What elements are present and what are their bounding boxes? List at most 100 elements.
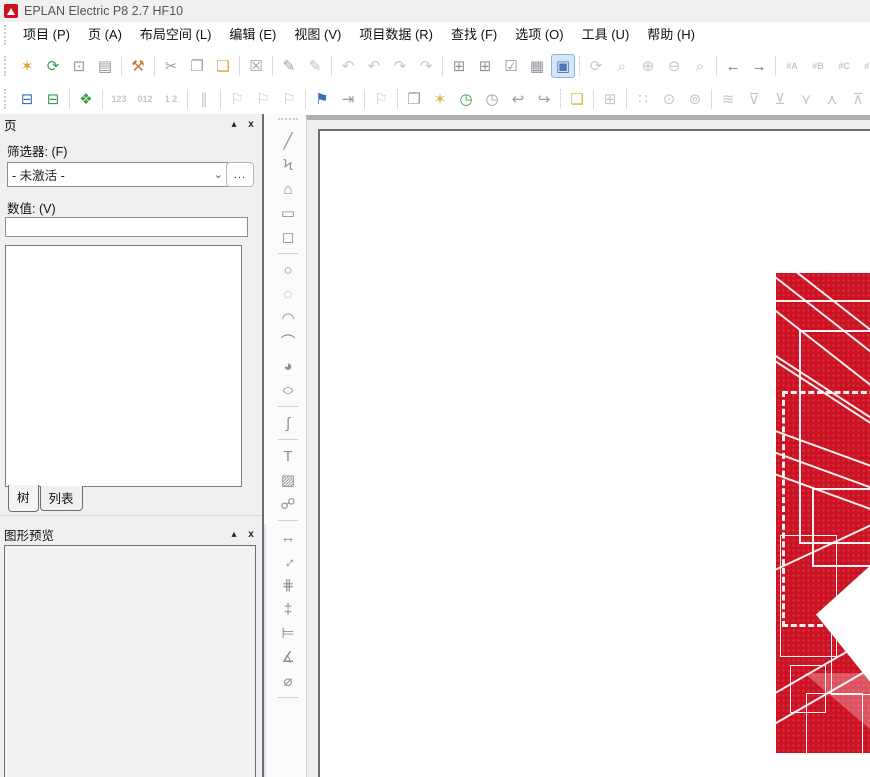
grid-d-icon[interactable]: #D: [858, 54, 870, 78]
menu-project[interactable]: 项目 (P): [14, 22, 79, 48]
rectangle-icon[interactable]: ▭: [275, 201, 301, 225]
menu-find[interactable]: 查找 (F): [442, 22, 506, 48]
format-brush-assign-icon[interactable]: ✎: [303, 54, 327, 78]
new-page-alt-icon[interactable]: ✶: [428, 87, 452, 111]
plugin-icon[interactable]: ❖: [74, 87, 98, 111]
menu-help[interactable]: 帮助 (H): [638, 22, 704, 48]
pages-panel-header[interactable]: 页 ▴ x: [4, 116, 258, 133]
toolbar-handle[interactable]: [278, 118, 298, 124]
value-input[interactable]: [5, 217, 248, 237]
hyperlink-icon[interactable]: ☍: [275, 492, 301, 516]
tab-tree[interactable]: 树: [8, 485, 39, 512]
line-icon[interactable]: ╱: [275, 129, 301, 153]
menu-page[interactable]: 页 (A): [79, 22, 131, 48]
parallel-update-icon[interactable]: ∥: [192, 87, 216, 111]
flag-settings-icon[interactable]: ⚐: [251, 87, 275, 111]
undo-icon[interactable]: ↶: [336, 54, 360, 78]
pin-icon[interactable]: ▴: [227, 118, 241, 131]
page-tree-list[interactable]: [5, 245, 242, 487]
workbook-icon[interactable]: ⊞: [447, 54, 471, 78]
menu-edit[interactable]: 编辑 (E): [220, 22, 285, 48]
insert-point-icon[interactable]: ⇥: [336, 87, 360, 111]
device-numbering-icon[interactable]: 123: [107, 87, 131, 111]
rectangle-center-icon[interactable]: ◻: [275, 225, 301, 249]
image-icon[interactable]: ▨: [275, 468, 301, 492]
enclosure-icon[interactable]: ⊼: [846, 87, 870, 111]
zoom-out-icon[interactable]: ⊖: [662, 54, 686, 78]
device-edit-icon[interactable]: ⋎: [794, 87, 818, 111]
menu-layout-space[interactable]: 布局空间 (L): [131, 22, 221, 48]
copy-icon[interactable]: ❐: [185, 54, 209, 78]
sector-icon[interactable]: ◕: [275, 354, 301, 378]
device-search-icon[interactable]: ⋏: [820, 87, 844, 111]
grid-b-icon[interactable]: #B: [806, 54, 830, 78]
zoom-in-icon[interactable]: ⊕: [636, 54, 660, 78]
flag-check-icon[interactable]: ⚐: [225, 87, 249, 111]
back-icon[interactable]: ←: [721, 54, 745, 78]
multi-insert-icon[interactable]: ∷: [631, 87, 655, 111]
datum-dimension-icon[interactable]: ‡: [275, 597, 301, 621]
filter-browse-button[interactable]: ...: [226, 162, 254, 187]
toolbar-handle[interactable]: [4, 25, 10, 45]
print-icon[interactable]: ▤: [93, 54, 117, 78]
paste-icon[interactable]: ❏: [211, 54, 235, 78]
toolbar-handle[interactable]: [4, 56, 10, 76]
close-icon[interactable]: x: [244, 528, 258, 541]
insert-down-icon[interactable]: ⊙: [657, 87, 681, 111]
arc-3point-icon[interactable]: ⌒: [275, 330, 301, 354]
menu-options[interactable]: 选项 (O): [506, 22, 572, 48]
spline-icon[interactable]: ∫: [275, 411, 301, 435]
pin-numbering-icon[interactable]: 1 2: [159, 87, 183, 111]
new-page-icon[interactable]: ✶: [15, 54, 39, 78]
radius-dimension-icon[interactable]: ⌀: [275, 669, 301, 693]
graphic-preview-icon[interactable]: ▣: [551, 54, 575, 78]
window-macro-icon[interactable]: ❏: [565, 87, 589, 111]
settings-wrench-icon[interactable]: ⚒: [126, 54, 150, 78]
toolbar-handle[interactable]: [4, 89, 10, 109]
redo-icon[interactable]: ↷: [388, 54, 412, 78]
layout-navigator-icon[interactable]: ⊟: [41, 87, 65, 111]
zoom-100-icon[interactable]: ⌕: [688, 54, 712, 78]
arc-icon[interactable]: ◠: [275, 306, 301, 330]
redo-list-icon[interactable]: ↷: [414, 54, 438, 78]
insert-up-icon[interactable]: ⊚: [683, 87, 707, 111]
grid-display-icon[interactable]: ▦: [525, 54, 549, 78]
terminal-numbering-icon[interactable]: 012: [133, 87, 157, 111]
import-page-icon[interactable]: ↩: [506, 87, 530, 111]
project-check-icon[interactable]: ⚑: [310, 87, 334, 111]
grid-a-icon[interactable]: #A: [780, 54, 804, 78]
forward-icon[interactable]: →: [747, 54, 771, 78]
flag-remove-icon[interactable]: ⚐: [369, 87, 393, 111]
format-brush-icon[interactable]: ✎: [277, 54, 301, 78]
export-page-icon[interactable]: ↪: [532, 87, 556, 111]
polygon-icon[interactable]: ⌂: [275, 177, 301, 201]
tab-list[interactable]: 列表: [39, 486, 83, 511]
open-page-icon[interactable]: ⟳: [41, 54, 65, 78]
page-settings-icon[interactable]: ⊡: [67, 54, 91, 78]
filter-combobox[interactable]: - 未激活 - ⌄: [7, 162, 228, 187]
cut-icon[interactable]: ✂: [159, 54, 183, 78]
schematic-page-canvas[interactable]: [318, 129, 870, 777]
delete-selection-icon[interactable]: ☒: [244, 54, 268, 78]
ellipse-icon[interactable]: ○: [269, 378, 307, 402]
text-icon[interactable]: T: [275, 444, 301, 468]
layout-space-icon[interactable]: ⊞: [473, 54, 497, 78]
close-icon[interactable]: x: [244, 118, 258, 131]
flag-forward-icon[interactable]: ⚐: [277, 87, 301, 111]
copy-page-icon[interactable]: ❐: [402, 87, 426, 111]
pin-icon[interactable]: ▴: [227, 528, 241, 541]
grid-c-icon[interactable]: #C: [832, 54, 856, 78]
polyline-icon[interactable]: Ϟ: [275, 153, 301, 177]
device-select-icon[interactable]: ⊻: [768, 87, 792, 111]
page-close-icon[interactable]: ◷: [480, 87, 504, 111]
circle-icon[interactable]: ○: [275, 258, 301, 282]
placeholder-icon[interactable]: ⊞: [598, 87, 622, 111]
preview-panel-header[interactable]: 图形预览 ▴ x: [4, 526, 258, 543]
page-open-icon[interactable]: ◷: [454, 87, 478, 111]
page-check-icon[interactable]: ☑: [499, 54, 523, 78]
undo-list-icon[interactable]: ↶: [362, 54, 386, 78]
angle-dimension-icon[interactable]: ∡: [275, 645, 301, 669]
menu-tools[interactable]: 工具 (U): [573, 22, 639, 48]
menu-view[interactable]: 视图 (V): [285, 22, 350, 48]
device-check-icon[interactable]: ⊽: [742, 87, 766, 111]
